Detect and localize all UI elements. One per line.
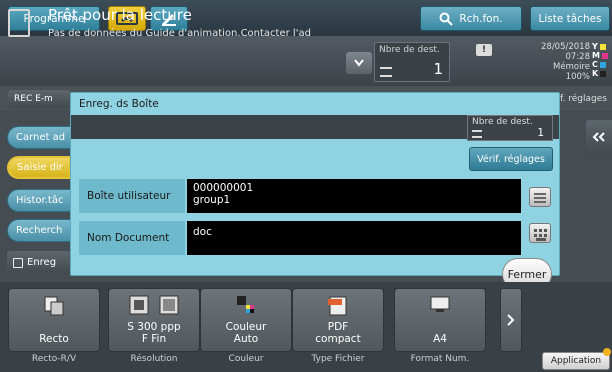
double-chevron-left-icon	[592, 132, 605, 142]
search-button[interactable]: Rch.fon.	[420, 6, 522, 31]
scan-size-setting-button[interactable]: A4	[394, 288, 486, 352]
color-value: Couleur	[225, 321, 267, 333]
warning-icon[interactable]: !	[476, 44, 492, 56]
color-mode: Auto	[233, 333, 259, 345]
file-type-setting-button[interactable]: PDF compact	[292, 288, 384, 352]
check-settings-button[interactable]: Vérif. réglages	[469, 147, 553, 171]
status-message: Pas de données du Guide d'animation.Cont…	[48, 28, 311, 39]
resolution-value: S 300 ppp	[127, 321, 181, 333]
list-icon	[472, 130, 482, 138]
date-time-memory: 28/05/2018 07:28 Mémoire 100%	[508, 42, 590, 82]
user-box-label: Boîte utilisateur	[79, 179, 185, 213]
collapse-panel-button[interactable]	[586, 120, 612, 154]
box-list-button[interactable]	[529, 187, 551, 207]
next-functions-button[interactable]	[500, 288, 522, 352]
toner-letter: C	[592, 60, 598, 69]
dialog-title: Enreg. ds Boîte	[79, 98, 159, 110]
user-box-field[interactable]: 000000001 group1	[187, 179, 521, 213]
resolution-setting-button[interactable]: S 300 ppp F Fin	[108, 288, 200, 352]
pdf-file-icon	[328, 296, 347, 316]
toner-level-bar	[599, 61, 606, 68]
sidebar-item-job-history[interactable]: Histor.tâc	[7, 189, 71, 212]
search-label: Rch.fon.	[459, 12, 503, 25]
toner-y: Y	[592, 42, 610, 51]
color-setting-button[interactable]: Couleur Auto	[200, 288, 292, 352]
scan-size-label: Format Num.	[410, 354, 470, 364]
toner-level-bar	[601, 52, 608, 59]
memory-label: Mémoire	[553, 62, 590, 72]
application-button[interactable]: Application	[542, 352, 610, 370]
document-name-field[interactable]: doc	[187, 221, 521, 255]
sidebar-item-register[interactable]: Enreg	[7, 251, 71, 274]
scan-status-icon	[8, 9, 30, 37]
save-to-box-dialog: Enreg. ds Boîte Nbre de dest. 1 Vérif. r…	[70, 92, 560, 276]
date: 28/05/2018	[541, 42, 590, 52]
list-icon	[380, 67, 392, 77]
file-type-label: Type Fichier	[311, 354, 365, 364]
memory-value: 100%	[565, 72, 590, 82]
document-name-label: Nom Document	[79, 221, 185, 255]
sidebar-item-register-label: Enreg	[27, 257, 57, 268]
toner-level-bar	[600, 70, 607, 77]
resolution-label: Résolution	[130, 354, 178, 364]
destination-count: 1	[433, 60, 443, 78]
status-title: Prêt pour la lecture	[48, 6, 192, 24]
scan-size-value: A4	[433, 333, 447, 345]
check-settings-background-button[interactable]: f. réglages	[556, 90, 612, 108]
paper-size-icon	[430, 296, 450, 312]
register-email-button[interactable]: REC E-m	[8, 90, 70, 108]
file-type-mode: compact	[315, 333, 361, 345]
toner-m: M	[592, 51, 610, 60]
sidebar-item-address-book[interactable]: Carnet ad	[7, 126, 71, 149]
toner-levels: YMCK	[592, 42, 610, 78]
toner-letter: M	[592, 51, 600, 60]
file-type-value: PDF	[327, 321, 349, 333]
duplex-value: Recto	[39, 333, 69, 345]
simplex-icon	[44, 296, 64, 316]
user-box-name: group1	[193, 194, 231, 206]
resolution-icon	[129, 295, 179, 315]
dialog-destination-count-label: Nbre de dest.	[472, 117, 533, 127]
user-box-number: 000000001	[193, 182, 254, 194]
job-list-button[interactable]: Liste tâches	[530, 6, 610, 31]
time: 07:28	[565, 52, 591, 62]
destination-count-label: Nbre de dest.	[379, 45, 440, 55]
color-label: Couleur	[228, 354, 264, 364]
search-icon	[439, 12, 454, 26]
resolution-quality: F Fin	[141, 333, 167, 345]
toner-letter: Y	[592, 42, 598, 51]
chevron-down-icon	[354, 59, 364, 67]
toner-k: K	[592, 69, 610, 78]
toner-c: C	[592, 60, 610, 69]
keyboard-button[interactable]	[529, 223, 551, 243]
toner-level-bar	[599, 43, 606, 50]
chevron-right-icon	[507, 314, 515, 326]
dialog-destination-count: Nbre de dest. 1	[467, 115, 553, 141]
destination-count-box: Nbre de dest. 1	[374, 42, 450, 82]
notification-dot	[603, 348, 611, 356]
dialog-destination-count-value: 1	[537, 127, 544, 139]
duplex-setting-button[interactable]: Recto	[8, 288, 100, 352]
duplex-label: Recto-R/V	[31, 354, 77, 364]
color-icon	[237, 296, 254, 313]
status-expand-button[interactable]	[346, 52, 372, 74]
sidebar-item-search[interactable]: Recherch	[7, 219, 71, 242]
box-icon	[13, 257, 23, 268]
toner-letter: K	[592, 69, 599, 78]
sidebar-item-direct-input[interactable]: Saisie dir	[7, 156, 71, 179]
